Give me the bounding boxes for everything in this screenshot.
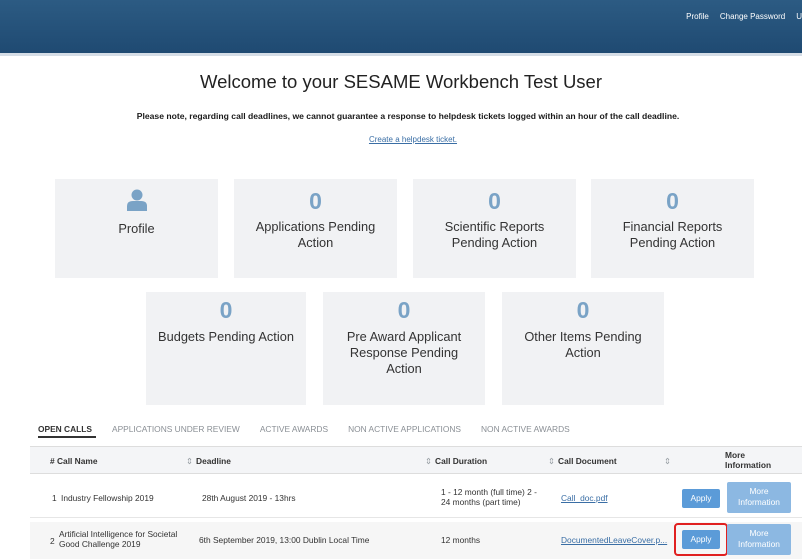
tile-scientific-reports-count: 0 xyxy=(488,188,501,214)
header-link-logout[interactable]: U xyxy=(796,12,802,21)
header-link-profile[interactable]: Profile xyxy=(686,12,709,21)
column-header-deadline[interactable]: ⇕ Deadline xyxy=(186,456,231,466)
column-header-more-information: More Information xyxy=(725,450,771,470)
sort-icon: ⇕ xyxy=(186,456,194,466)
duration-line: 24 months (part time) xyxy=(441,497,521,507)
column-header-call-document[interactable]: ⇕ Call Document xyxy=(548,456,617,466)
call-deadline: 28th August 2019 - 13hrs xyxy=(202,493,296,503)
call-name: Artificial Intelligence for Societal Goo… xyxy=(59,529,177,549)
sort-icon: ⇕ xyxy=(664,456,672,466)
tile-profile[interactable]: Profile xyxy=(55,179,218,278)
tile-label-line: Financial Reports xyxy=(622,219,723,234)
apply-button[interactable]: Apply xyxy=(682,489,720,508)
tile-label-line: Other Items Pending xyxy=(524,329,642,344)
button-label-line: Information xyxy=(738,497,780,507)
tile-label-line: Response Pending xyxy=(349,345,459,360)
tile-budgets-pending[interactable]: 0 Budgets Pending Action xyxy=(146,292,306,405)
tile-pre-award-applicant[interactable]: 0 Pre Award Applicant Response Pending A… xyxy=(323,292,485,405)
tab-non-active-applications[interactable]: NON ACTIVE APPLICATIONS xyxy=(348,424,461,434)
row-number: 2 xyxy=(50,536,55,546)
tile-label-line: Action xyxy=(386,361,422,376)
tile-label-line: Pending Action xyxy=(451,235,538,250)
tab-open-calls[interactable]: OPEN CALLS xyxy=(38,424,92,434)
row-number: 1 xyxy=(52,493,57,503)
call-document-link[interactable]: Call_doc.pdf xyxy=(561,493,608,503)
tile-applications-pending-label: Applications Pending Action xyxy=(234,219,397,251)
tile-financial-reports-label: Financial Reports Pending Action xyxy=(591,219,754,251)
column-header-label: Deadline xyxy=(196,456,231,466)
call-name-line: Good Challenge 2019 xyxy=(59,539,141,549)
tile-other-items[interactable]: 0 Other Items Pending Action xyxy=(502,292,664,405)
active-tab-underline xyxy=(38,436,96,438)
call-name: Industry Fellowship 2019 xyxy=(61,493,154,503)
table-row: 1 Industry Fellowship 2019 28th August 2… xyxy=(30,479,802,518)
tile-applications-pending-count: 0 xyxy=(309,188,322,214)
column-header-label: Information xyxy=(725,460,772,470)
column-header-sort-extra[interactable]: ⇕ xyxy=(664,456,674,466)
button-label-line: More xyxy=(749,528,769,538)
tile-other-items-count: 0 xyxy=(576,297,590,323)
tile-other-items-label: Other Items Pending Action xyxy=(502,329,664,361)
more-information-button[interactable]: More Information xyxy=(727,482,791,513)
tile-label-line: Action xyxy=(565,345,601,360)
button-label-line: Information xyxy=(738,539,780,549)
tile-budgets-pending-label: Budgets Pending Action xyxy=(146,329,306,345)
call-deadline: 6th September 2019, 13:00 Dublin Local T… xyxy=(199,535,370,545)
tile-label-line: Applications Pending xyxy=(255,219,376,234)
tab-applications-under-review[interactable]: APPLICATIONS UNDER REVIEW xyxy=(112,424,240,434)
tab-active-awards[interactable]: ACTIVE AWARDS xyxy=(260,424,328,434)
table-row: 2 Artificial Intelligence for Societal G… xyxy=(30,522,802,559)
tile-label-line: Budgets Pending Action xyxy=(158,329,294,344)
tile-scientific-reports[interactable]: 0 Scientific Reports Pending Action xyxy=(413,179,576,278)
tile-label-line: Action xyxy=(297,235,334,250)
sort-icon: ⇕ xyxy=(548,456,556,466)
tile-scientific-reports-label: Scientific Reports Pending Action xyxy=(413,219,576,251)
table-header: # Call Name ⇕ Deadline ⇕ Call Duration ⇕ Ca… xyxy=(30,446,802,474)
calls-tabs: OPEN CALLS APPLICATIONS UNDER REVIEW ACT… xyxy=(38,424,590,434)
header-link-change-password[interactable]: Change Password xyxy=(720,12,785,21)
tile-financial-reports-count: 0 xyxy=(666,188,679,214)
welcome-title: Welcome to your SESAME Workbench Test Us… xyxy=(199,71,602,92)
user-icon xyxy=(127,189,147,211)
call-name-line: Artificial Intelligence for Societal xyxy=(59,529,178,539)
sort-icon: ⇕ xyxy=(425,456,433,466)
tile-applications-pending[interactable]: 0 Applications Pending Action xyxy=(234,179,397,278)
column-header-label: More xyxy=(725,450,746,460)
tile-budgets-pending-count: 0 xyxy=(219,297,233,323)
tile-financial-reports[interactable]: 0 Financial Reports Pending Action xyxy=(591,179,754,278)
tile-pre-award-applicant-label: Pre Award Applicant Response Pending Act… xyxy=(323,329,485,377)
tile-label-line: Pending Action xyxy=(629,235,716,250)
call-document-link[interactable]: DocumentedLeaveCover.p... xyxy=(561,535,667,545)
column-header-call-name[interactable]: # Call Name xyxy=(50,456,97,466)
tile-profile-label: Profile xyxy=(118,221,155,236)
tile-pre-award-applicant-count: 0 xyxy=(397,297,411,323)
call-duration: 1 - 12 month (full time) 2 - 24 months (… xyxy=(441,487,537,507)
apply-button-highlight xyxy=(674,523,728,556)
deadline-notice: Please note, regarding call deadlines, w… xyxy=(136,111,680,121)
more-information-button[interactable]: More Information xyxy=(727,524,791,555)
duration-line: 1 - 12 month (full time) 2 - xyxy=(441,487,537,497)
column-header-label: Call Document xyxy=(558,456,617,466)
call-duration: 12 months xyxy=(441,535,481,545)
create-helpdesk-ticket-link[interactable]: Create a helpdesk ticket. xyxy=(0,135,802,144)
tile-label-line: Pre Award Applicant xyxy=(346,329,462,344)
tab-non-active-awards[interactable]: NON ACTIVE AWARDS xyxy=(481,424,570,434)
column-header-call-duration[interactable]: ⇕ Call Duration xyxy=(425,456,487,466)
tile-label-line: Scientific Reports xyxy=(444,219,545,234)
header-links: Profile Change Password U xyxy=(686,12,802,21)
column-header-label: Call Duration xyxy=(435,456,488,466)
button-label-line: More xyxy=(749,486,769,496)
top-header-bar: Profile Change Password U xyxy=(0,0,802,56)
